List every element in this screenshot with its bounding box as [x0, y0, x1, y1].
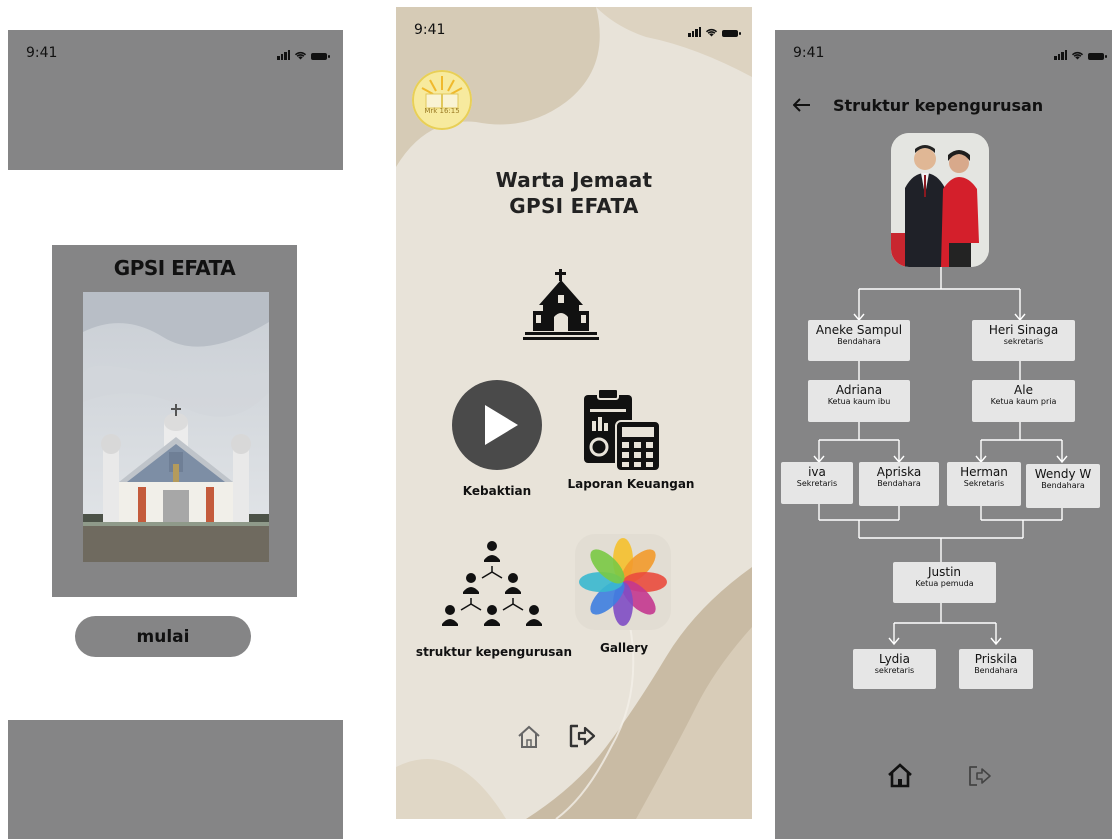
splash-bottom-panel	[8, 720, 343, 839]
church-photo	[83, 292, 269, 562]
node-role: Ketua kaum ibu	[827, 397, 891, 406]
status-time: 9:41	[414, 22, 446, 38]
logout-icon[interactable]	[568, 723, 596, 749]
node-apriska[interactable]: Apriska Bendahara	[859, 462, 939, 506]
menu-struktur-label[interactable]: struktur kepengurusan	[414, 645, 574, 659]
node-ale[interactable]: Ale Ketua kaum pria	[972, 380, 1075, 422]
home-title-line1: Warta Jemaat	[495, 168, 653, 192]
node-role: Sekretaris	[796, 479, 838, 488]
node-role: Sekretaris	[963, 479, 1005, 488]
node-lydia[interactable]: Lydia sekretaris	[853, 649, 936, 689]
home-icon[interactable]	[887, 763, 913, 788]
node-heri[interactable]: Heri Sinaga sekretaris	[972, 320, 1075, 361]
menu-laporan-label[interactable]: Laporan Keuangan	[566, 477, 696, 491]
node-priskila[interactable]: Priskila Bendahara	[959, 649, 1033, 689]
status-time: 9:41	[26, 45, 58, 61]
node-name: Apriska	[876, 465, 922, 479]
node-role: sekretaris	[1003, 337, 1044, 346]
play-icon[interactable]	[452, 380, 542, 470]
node-role: Ketua pemuda	[915, 579, 974, 588]
node-role: Bendahara	[837, 337, 881, 346]
menu-kebaktian-label[interactable]: Kebaktian	[444, 484, 550, 498]
church-logo: Mrk 16:15	[412, 70, 472, 130]
node-role: sekretaris	[874, 666, 915, 675]
node-role: Bendahara	[1041, 481, 1085, 490]
finance-report-icon[interactable]	[582, 387, 662, 473]
node-name: Heri Sinaga	[988, 323, 1059, 337]
node-name: Adriana	[835, 383, 883, 397]
org-connectors	[813, 267, 1068, 646]
node-iva[interactable]: iva Sekretaris	[781, 462, 853, 504]
wifi-icon	[705, 28, 718, 37]
home-title: Warta Jemaat GPSI EFATA	[396, 167, 752, 219]
node-herman[interactable]: Herman Sekretaris	[947, 462, 1021, 506]
church-icon[interactable]	[523, 269, 599, 345]
status-icons	[277, 50, 330, 60]
signal-icon	[688, 27, 701, 37]
node-aneke[interactable]: Aneke Sampul Bendahara	[808, 320, 910, 361]
home-screen: 9:41 Mrk 16:15 Warta Jemaat GPSI EFATA K…	[396, 7, 752, 819]
start-button[interactable]: mulai	[75, 616, 251, 657]
node-role: Ketua kaum pria	[990, 397, 1057, 406]
splash-title: GPSI EFATA	[113, 256, 236, 280]
battery-icon	[311, 53, 330, 60]
node-name: Priskila	[974, 652, 1018, 666]
node-role: Bendahara	[877, 479, 921, 488]
splash-top-panel: 9:41	[8, 30, 343, 170]
node-name: Lydia	[879, 652, 910, 666]
node-name: Justin	[927, 565, 962, 579]
node-justin[interactable]: Justin Ketua pemuda	[893, 562, 996, 603]
node-name: Ale	[1014, 383, 1033, 397]
node-wendy[interactable]: Wendy W Bendahara	[1026, 464, 1100, 508]
node-role: Bendahara	[974, 666, 1018, 675]
home-icon[interactable]	[516, 725, 542, 749]
signal-icon	[277, 50, 290, 60]
gallery-icon[interactable]	[575, 534, 671, 630]
menu-gallery-label[interactable]: Gallery	[586, 641, 662, 655]
node-name: iva	[808, 465, 826, 479]
wifi-icon	[294, 51, 307, 60]
logo-text: Mrk 16:15	[424, 107, 460, 115]
node-adriana[interactable]: Adriana Ketua kaum ibu	[808, 380, 910, 422]
node-name: Herman	[960, 465, 1008, 479]
node-name: Wendy W	[1034, 467, 1092, 481]
logout-icon[interactable]	[968, 765, 992, 787]
status-icons	[688, 27, 741, 37]
node-name: Aneke Sampul	[815, 323, 903, 337]
org-structure-icon[interactable]	[440, 540, 544, 630]
battery-icon	[722, 30, 741, 37]
home-title-line2: GPSI EFATA	[509, 194, 639, 218]
structure-screen: 9:41 Struktur kepengurusan Aneke Sampul …	[775, 30, 1112, 839]
